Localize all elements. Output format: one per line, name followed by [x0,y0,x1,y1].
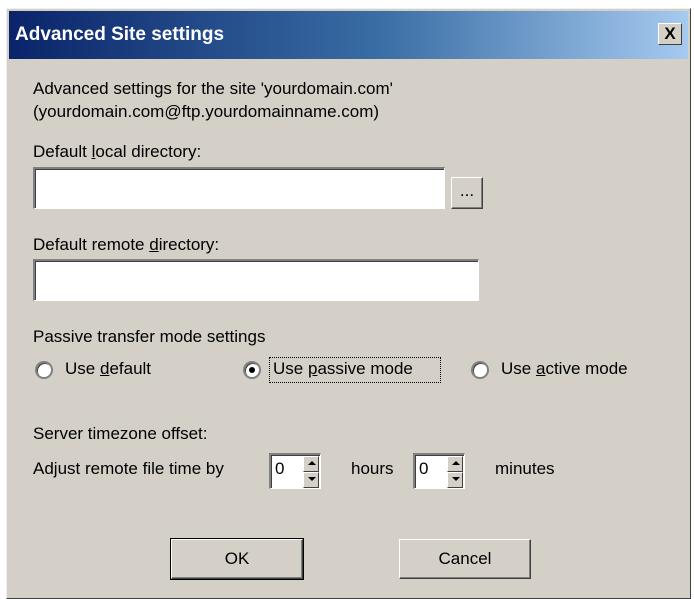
radio-use-default-label[interactable]: Use default [65,359,151,379]
minutes-decrement-button[interactable] [447,472,463,488]
minutes-increment-button[interactable] [447,456,463,472]
radio-use-passive-mode[interactable] [243,361,261,379]
hours-value: 0 [275,459,285,478]
intro-line-2: (yourdomain.com@ftp.yourdomainname.com) [33,102,380,121]
radio-use-default-label-pre: Use [65,359,100,378]
ok-button[interactable]: OK [170,538,304,580]
adjust-remote-time-label: Adjust remote file time by [33,459,224,478]
radio-use-active-mode-label-pre: Use [501,359,536,378]
radio-use-passive-mode-label-post: assive mode [317,359,413,378]
close-button[interactable]: X [658,23,682,45]
radio-use-active-mode-label[interactable]: Use active mode [501,359,628,379]
cancel-button[interactable]: Cancel [399,539,531,579]
radio-use-active-mode-label-post: ctive mode [545,359,628,378]
close-icon: X [664,24,676,43]
hours-spinbox[interactable]: 0 [269,453,321,489]
arrow-up-icon [308,461,316,465]
hours-increment-button[interactable] [303,456,319,472]
local-directory-label: Default local directory: [33,142,201,162]
radio-use-default[interactable] [35,361,53,379]
hours-label: hours [351,459,394,478]
window-title: Advanced Site settings [15,24,225,45]
radio-use-default-label-post: efault [109,359,152,378]
passive-mode-heading: Passive transfer mode settings [33,327,266,346]
remote-directory-label-pre: Default remote [33,235,150,254]
browse-local-directory-button[interactable]: ... [451,177,483,209]
minutes-spinbox[interactable]: 0 [413,453,465,489]
radio-use-active-mode[interactable] [471,361,489,379]
local-directory-input[interactable] [33,167,445,209]
radio-selected-dot [249,367,255,373]
remote-directory-label: Default remote directory: [33,235,219,255]
radio-use-passive-mode-label[interactable]: Use passive mode [273,359,413,379]
timezone-heading: Server timezone offset: [33,424,208,443]
remote-directory-input[interactable] [33,259,479,301]
radio-use-passive-mode-label-pre: Use [273,359,308,378]
arrow-down-icon [308,477,316,481]
arrow-up-icon [452,461,460,465]
local-directory-label-pre: Default [33,142,92,161]
minutes-value: 0 [419,459,429,478]
browse-ellipsis-label: ... [459,181,475,200]
hours-decrement-button[interactable] [303,472,319,488]
title-bar: Advanced Site settings X [9,11,688,59]
remote-directory-label-post: irectory: [158,235,220,254]
intro-line-1: Advanced settings for the site 'yourdoma… [33,79,393,98]
remote-directory-label-key: d [149,235,159,254]
arrow-down-icon [452,477,460,481]
minutes-label: minutes [495,459,555,478]
advanced-site-settings-dialog: Advanced Site settings X Advanced settin… [6,8,691,599]
local-directory-label-post: ocal directory: [95,142,202,161]
